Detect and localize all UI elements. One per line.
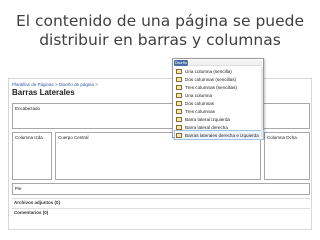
menu-item-right-sidebar[interactable]: Barra lateral derecha [175, 123, 263, 131]
layout-icon [176, 76, 182, 82]
layout-menu-tab[interactable]: Diseño [174, 60, 188, 66]
menu-toolbar [189, 60, 262, 66]
layout-icon [176, 68, 182, 74]
layout-icon [176, 100, 182, 106]
menu-item-label: Barra lateral izquierda [185, 116, 230, 122]
slide-title-line-1: El contenido de una página se puede [15, 12, 305, 30]
right-column-label: Columna Dcha [267, 135, 297, 140]
footer-section-label: Pie [15, 186, 22, 191]
menu-item-three-columns-simple[interactable]: Tres columnas (sencillas) [175, 83, 263, 91]
menu-item-one-column-simple[interactable]: Una columna (sencilla) [175, 67, 263, 75]
menu-item-label: Tres columnas (sencillas) [185, 84, 237, 90]
page-title: Barras Laterales [12, 88, 75, 97]
menu-item-label: Tres columnas [185, 108, 215, 114]
left-column-section[interactable]: Columna Izda [12, 132, 52, 180]
layout-icon [176, 108, 182, 114]
layout-icon [176, 92, 182, 98]
menu-item-one-column[interactable]: Una columna [175, 91, 263, 99]
menu-item-label: Dos columnas [185, 100, 215, 106]
attachments-link[interactable]: Archivos adjuntos (0) [12, 199, 310, 207]
layout-menu-list: Una columna (sencilla) Dos columnas (sen… [174, 67, 264, 140]
menu-scrollbar[interactable] [261, 67, 263, 137]
menu-item-three-columns[interactable]: Tres columnas [175, 107, 263, 115]
center-body-section[interactable]: Cuerpo Central [55, 132, 261, 180]
slide-title-line-2: distribuir en barras y columnas [39, 31, 281, 49]
slide-title: El contenido de una página se puede dist… [0, 12, 320, 50]
menu-item-two-columns[interactable]: Dos columnas [175, 99, 263, 107]
menu-item-label: Una columna [185, 92, 213, 98]
menu-item-label: Barra lateral derecha [185, 124, 228, 130]
page-screenshot: Plantillas de Páginas > Diseño de página… [8, 78, 312, 230]
left-column-label: Columna Izda [15, 135, 43, 140]
center-body-label: Cuerpo Central [58, 135, 89, 140]
menu-item-two-columns-simple[interactable]: Dos columnas (sencillas) [175, 75, 263, 83]
layout-icon [176, 132, 182, 138]
layout-icon [176, 124, 182, 130]
header-section-label: Encabezado [15, 106, 41, 111]
breadcrumb[interactable]: Plantillas de Páginas > Diseño de página… [12, 82, 98, 87]
menu-item-label: Barras laterales derecha e izquierda [185, 132, 259, 138]
menu-item-left-sidebar[interactable]: Barra lateral izquierda [175, 115, 263, 123]
menu-item-label: Una columna (sencilla) [185, 68, 232, 74]
comments-link[interactable]: Comentarios (0) [12, 209, 310, 217]
layout-dropdown-menu[interactable]: Diseño Una columna (sencilla) Dos column… [172, 58, 264, 140]
footer-section[interactable]: Pie [12, 183, 310, 195]
menu-item-both-sidebars[interactable]: Barras laterales derecha e izquierda [174, 130, 264, 140]
header-section[interactable]: Encabezado [12, 103, 310, 129]
layout-icon [176, 116, 182, 122]
right-column-section[interactable]: Columna Dcha [264, 132, 310, 180]
layout-icon [176, 84, 182, 90]
menu-item-label: Dos columnas (sencillas) [185, 76, 237, 82]
